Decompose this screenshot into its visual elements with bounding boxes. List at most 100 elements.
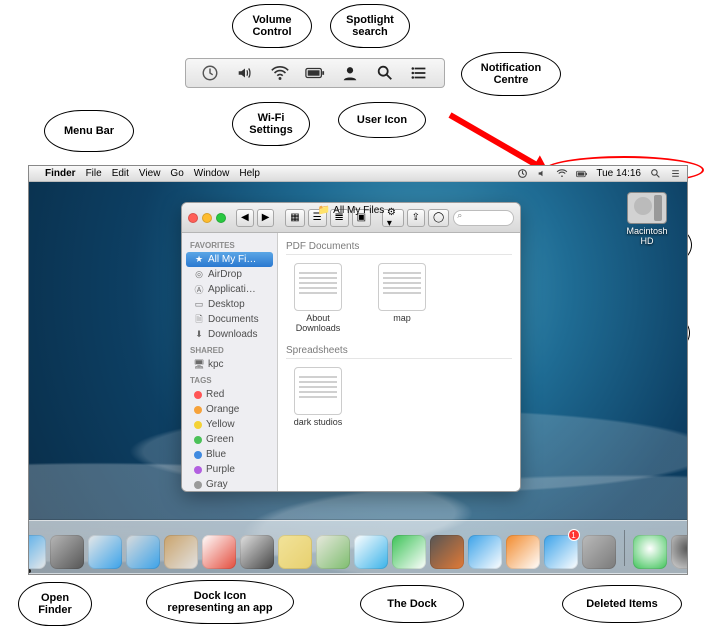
callout-dockicon: Dock Icon representing an app — [146, 580, 294, 624]
sidebar-item-applicati-[interactable]: ⒶApplicati… — [186, 282, 273, 297]
callout-spotlight: Spotlight search — [330, 4, 410, 48]
mb-clock[interactable]: Tue 14:16 — [596, 168, 641, 179]
sidebar-item-orange[interactable]: Orange — [186, 402, 273, 417]
user-icon[interactable] — [340, 63, 360, 83]
sidebar-item-kpc[interactable]: 🖥 kpc — [186, 357, 273, 372]
dock-app-facetime[interactable] — [392, 531, 426, 573]
sidebar-item-blue[interactable]: Blue — [186, 447, 273, 462]
desktop-disk-icon[interactable]: Macintosh HD — [623, 192, 671, 246]
sidebar-item-airdrop[interactable]: ◎AirDrop — [186, 267, 273, 282]
finder-search[interactable] — [453, 210, 514, 226]
close-button[interactable] — [188, 213, 198, 223]
dock-separator — [624, 530, 625, 566]
sidebar-item-red[interactable]: Red — [186, 387, 273, 402]
dock-app-ibooks[interactable] — [506, 531, 540, 573]
view-icons-button[interactable]: ▦ — [285, 209, 304, 227]
dock-app-safari[interactable] — [88, 531, 122, 573]
sidebar-item-yellow[interactable]: Yellow — [186, 417, 273, 432]
dock-app-maps[interactable] — [316, 531, 350, 573]
view-coverflow-button[interactable]: ▣ — [352, 209, 371, 227]
wifi-icon[interactable] — [270, 63, 290, 83]
badge: 1 — [568, 529, 580, 541]
trash-icon — [671, 535, 689, 569]
sidebar-item-desktop[interactable]: ▭Desktop — [186, 297, 273, 312]
mb-volume-icon[interactable] — [536, 168, 548, 180]
nav-back-button[interactable]: ◀ — [236, 209, 254, 227]
sidebar-item-label: Downloads — [208, 329, 257, 340]
mb-notification-icon[interactable] — [669, 168, 681, 180]
sidebar-item-purple[interactable]: Purple — [186, 462, 273, 477]
time-machine-icon[interactable] — [200, 63, 220, 83]
app-icon — [88, 535, 122, 569]
menu-help[interactable]: Help — [239, 168, 260, 179]
sidebar-item-gray[interactable]: Gray — [186, 477, 273, 491]
share-button[interactable]: ⇪ — [407, 209, 425, 227]
desktop: Finder File Edit View Go Window Help Tue… — [28, 165, 688, 575]
file-thumb-icon — [378, 263, 426, 311]
sidebar-item-documents[interactable]: 🗎Documents — [186, 312, 273, 327]
callout-volume: Volume Control — [232, 4, 312, 48]
group-header: PDF Documents — [286, 237, 512, 255]
dock-trash[interactable] — [671, 531, 689, 573]
menu-edit[interactable]: Edit — [112, 168, 129, 179]
tag-dot-icon — [194, 451, 202, 459]
sidebar-item-downloads[interactable]: ⬇Downloads — [186, 327, 273, 342]
app-menu[interactable]: Finder — [45, 168, 76, 179]
battery-icon[interactable] — [305, 63, 325, 83]
app-icon — [430, 535, 464, 569]
sidebar-item-label: AirDrop — [208, 269, 242, 280]
file-item[interactable]: dark studios — [286, 363, 350, 427]
dock-app-messages[interactable] — [354, 531, 388, 573]
arrow-to-menubar — [449, 112, 542, 169]
dock-app-app-store[interactable]: 1 — [544, 531, 578, 573]
finder-window: ◀▶ ▦☰𝌆▣ ⚙ ▾ ⇪ ◯ 📁All My Files FAVORITES … — [181, 202, 521, 492]
dock-downloads[interactable] — [633, 531, 667, 573]
nav-forward-button[interactable]: ▶ — [257, 209, 275, 227]
view-columns-button[interactable]: 𝌆 — [330, 209, 349, 227]
volume-icon[interactable] — [235, 63, 255, 83]
minimize-button[interactable] — [202, 213, 212, 223]
dock-app-photo-booth[interactable] — [430, 531, 464, 573]
running-indicator — [28, 569, 31, 573]
finder-toolbar: ◀▶ ▦☰𝌆▣ ⚙ ▾ ⇪ ◯ 📁All My Files — [182, 203, 520, 233]
file-item[interactable]: About Downloads — [286, 259, 350, 333]
shared-icon: 🖥 — [194, 360, 204, 370]
dock-app-finder[interactable] — [28, 531, 46, 573]
mb-battery-icon[interactable] — [576, 168, 588, 180]
dock-app-calendar[interactable] — [202, 531, 236, 573]
mb-wifi-icon[interactable] — [556, 168, 568, 180]
sidebar-item-all-my-fi-[interactable]: ★All My Fi… — [186, 252, 273, 267]
dock-app-contacts[interactable] — [164, 531, 198, 573]
dock-app-itunes[interactable] — [468, 531, 502, 573]
dock-app-launchpad[interactable] — [50, 531, 84, 573]
dock-app-notes[interactable] — [278, 531, 312, 573]
tag-dot-icon — [194, 436, 202, 444]
tag-dot-icon — [194, 481, 202, 489]
menu-file[interactable]: File — [86, 168, 102, 179]
view-list-button[interactable]: ☰ — [308, 209, 327, 227]
desktop-disk-label: Macintosh HD — [626, 226, 667, 246]
app-icon — [278, 535, 312, 569]
zoom-button[interactable] — [216, 213, 226, 223]
menu-window[interactable]: Window — [194, 168, 230, 179]
notification-icon[interactable] — [410, 63, 430, 83]
app-icon — [50, 535, 84, 569]
mb-spotlight-icon[interactable] — [649, 168, 661, 180]
dock-app-reminders[interactable] — [240, 531, 274, 573]
sidebar-item-green[interactable]: Green — [186, 432, 273, 447]
tags-button[interactable]: ◯ — [428, 209, 449, 227]
dock: 1 — [28, 520, 688, 574]
dock-app-mail[interactable] — [126, 531, 160, 573]
dock-app-system-preferences[interactable] — [582, 531, 616, 573]
mb-time-machine-icon[interactable] — [516, 168, 528, 180]
sidebar-item-label: Orange — [206, 404, 239, 415]
arrange-button[interactable]: ⚙ ▾ — [382, 209, 404, 227]
menu-view[interactable]: View — [139, 168, 161, 179]
sidebar-item-label: Gray — [206, 479, 228, 490]
sidebar-item-label: kpc — [208, 359, 224, 370]
file-item[interactable]: map — [370, 259, 434, 333]
callout-wifi: Wi-Fi Settings — [232, 102, 310, 146]
spotlight-icon[interactable] — [375, 63, 395, 83]
menu-go[interactable]: Go — [170, 168, 183, 179]
sidebar-item-label: Blue — [206, 449, 226, 460]
